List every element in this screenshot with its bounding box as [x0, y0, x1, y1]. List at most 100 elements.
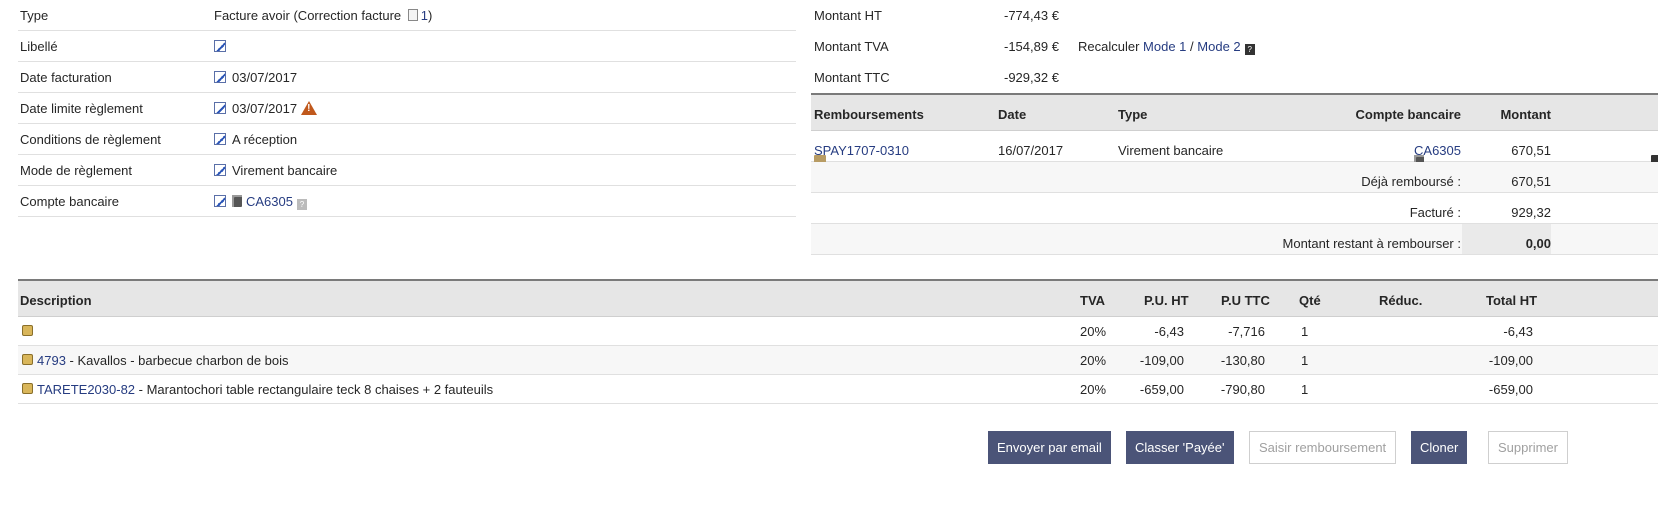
- edit-libelle-icon[interactable]: [214, 40, 226, 52]
- header-total-ht: Total HT: [1486, 293, 1538, 308]
- row-date-limite: Date limite règlement 03/07/2017: [18, 93, 796, 124]
- value-deja-rembourse: 670,51: [1511, 174, 1551, 189]
- row-facture: Facturé : 929,32: [811, 193, 1658, 224]
- header-pu-ttc: P.U TTC: [1221, 293, 1270, 308]
- header-refunds: Remboursements: [814, 107, 924, 122]
- line-total-ht: -659,00: [1488, 382, 1533, 397]
- row-montant-ttc: Montant TTC -929,32 €: [811, 62, 1658, 93]
- recalc-mode2-link[interactable]: Mode 2: [1197, 39, 1240, 54]
- edit-compte-bancaire-icon[interactable]: [214, 195, 226, 207]
- mode-reglement-text: Virement bancaire: [232, 163, 338, 178]
- label-mode-reglement: Mode de règlement: [20, 163, 133, 178]
- header-tva: TVA: [1080, 293, 1106, 308]
- edit-mode-reglement-icon[interactable]: [214, 164, 226, 176]
- value-facture: 929,32: [1511, 205, 1551, 220]
- value-conditions: A réception: [214, 132, 297, 147]
- edit-date-limite-icon[interactable]: [214, 102, 226, 114]
- product-ref-link[interactable]: 4793: [37, 353, 66, 368]
- line-qty: 1: [1301, 324, 1309, 339]
- label-deja-rembourse: Déjà remboursé :: [1361, 174, 1461, 189]
- amounts-panel: Montant HT -774,43 € Montant TVA -154,89…: [811, 0, 1658, 255]
- value-date-facturation: 03/07/2017: [214, 70, 297, 85]
- label-montant-ttc: Montant TTC: [814, 70, 890, 85]
- classify-paid-button[interactable]: Classer 'Payée': [1126, 431, 1234, 464]
- product-icon: [22, 354, 33, 365]
- recalc-block: Recalculer Mode 1 / Mode 2?: [1078, 39, 1255, 55]
- line-tva: 20%: [1080, 382, 1107, 397]
- line-pu-ht: -109,00: [1139, 353, 1184, 368]
- line-total-ht: -6,43: [1503, 324, 1533, 339]
- help-icon: ?: [296, 199, 307, 210]
- product-icon: [22, 383, 33, 394]
- refund-row: SPAY1707-0310 16/07/2017 Virement bancai…: [811, 131, 1658, 167]
- line-description: TARETE2030-82 - Marantochori table recta…: [22, 382, 493, 397]
- line-description: [22, 324, 37, 339]
- refunds-header: Remboursements Date Type Compte bancaire…: [811, 93, 1658, 131]
- label-date-facturation: Date facturation: [20, 70, 112, 85]
- recalc-separator: /: [1190, 39, 1194, 54]
- label-facture: Facturé :: [1409, 205, 1461, 220]
- line-label: Kavallos - barbecue charbon de bois: [77, 353, 289, 368]
- send-email-button[interactable]: Envoyer par email: [988, 431, 1111, 464]
- value-reste: 0,00: [1525, 236, 1551, 251]
- table-row: 4793 - Kavallos - barbecue charbon de bo…: [18, 346, 1658, 375]
- label-reste: Montant restant à rembourser :: [1282, 236, 1461, 251]
- product-ref-link[interactable]: TARETE2030-82: [37, 382, 135, 397]
- refund-ref-cell: SPAY1707-0310: [814, 143, 909, 165]
- header-pu-ht: P.U. HT: [1144, 293, 1189, 308]
- refund-ref-link[interactable]: SPAY1707-0310: [814, 143, 909, 158]
- refund-amount: 670,51: [1511, 143, 1551, 158]
- table-row: TARETE2030-82 - Marantochori table recta…: [18, 375, 1658, 404]
- line-pu-ht: -659,00: [1139, 382, 1184, 397]
- header-type: Type: [1118, 107, 1148, 122]
- date-facturation-text: 03/07/2017: [232, 70, 298, 85]
- refunds-table: Remboursements Date Type Compte bancaire…: [811, 93, 1658, 255]
- line-qty: 1: [1301, 382, 1309, 397]
- line-tva: 20%: [1080, 324, 1107, 339]
- value-montant-ttc: -929,32 €: [1004, 70, 1059, 85]
- line-pu-ht: -6,43: [1154, 324, 1184, 339]
- bank-icon: [232, 195, 242, 207]
- edit-date-facturation-icon[interactable]: [214, 71, 226, 83]
- header-qty: Qté: [1299, 293, 1321, 308]
- clone-button[interactable]: Cloner: [1411, 431, 1468, 464]
- row-libelle: Libellé: [18, 31, 796, 62]
- value-montant-tva: -154,89 €: [1004, 39, 1059, 54]
- line-pu-ttc: -130,80: [1220, 353, 1265, 368]
- row-compte-bancaire: Compte bancaire CA6305?: [18, 186, 796, 217]
- date-limite-text: 03/07/2017: [232, 101, 298, 116]
- line-total-ht: -109,00: [1488, 353, 1533, 368]
- enter-refund-button[interactable]: Saisir remboursement: [1249, 431, 1397, 464]
- line-description: 4793 - Kavallos - barbecue charbon de bo…: [22, 353, 289, 368]
- value-libelle: [214, 39, 232, 54]
- line-sep: -: [65, 353, 78, 368]
- invoice-lines-table: Description TVA P.U. HT P.U TTC Qté Rédu…: [18, 279, 1658, 404]
- delete-button[interactable]: Supprimer: [1488, 431, 1568, 464]
- row-conditions: Conditions de règlement A réception: [18, 124, 796, 155]
- bank-account-link[interactable]: CA6305: [246, 194, 293, 209]
- refund-account-cell: CA6305: [1414, 143, 1461, 167]
- recalc-help-icon: ?: [1244, 44, 1255, 55]
- label-montant-ht: Montant HT: [814, 8, 882, 23]
- label-type: Type: [20, 8, 49, 23]
- header-date: Date: [998, 107, 1027, 122]
- row-deja-rembourse: Déjà remboursé : 670,51: [811, 162, 1658, 193]
- edit-conditions-icon[interactable]: [214, 133, 226, 145]
- row-date-facturation: Date facturation 03/07/2017: [18, 62, 796, 93]
- value-date-limite: 03/07/2017: [214, 101, 318, 116]
- label-compte-bancaire: Compte bancaire: [20, 194, 119, 209]
- value-montant-ht: -774,43 €: [1004, 8, 1059, 23]
- conditions-text: A réception: [232, 132, 298, 147]
- corrected-invoice-link[interactable]: 1: [421, 8, 428, 23]
- line-label: Marantochori table rectangulaire teck 8 …: [146, 382, 494, 397]
- header-amount: Montant: [1500, 107, 1551, 122]
- invoice-doc-icon[interactable]: [407, 9, 418, 21]
- label-date-limite: Date limite règlement: [20, 101, 143, 116]
- refund-date: 16/07/2017: [998, 143, 1064, 158]
- refund-type: Virement bancaire: [1118, 143, 1224, 158]
- table-row: 20% -6,43 -7,716 1 -6,43: [18, 317, 1658, 346]
- invoice-info-table: Type Facture avoir (Correction facture 1…: [18, 0, 796, 217]
- label-conditions: Conditions de règlement: [20, 132, 161, 147]
- header-description: Description: [20, 293, 92, 308]
- recalc-mode1-link[interactable]: Mode 1: [1143, 39, 1186, 54]
